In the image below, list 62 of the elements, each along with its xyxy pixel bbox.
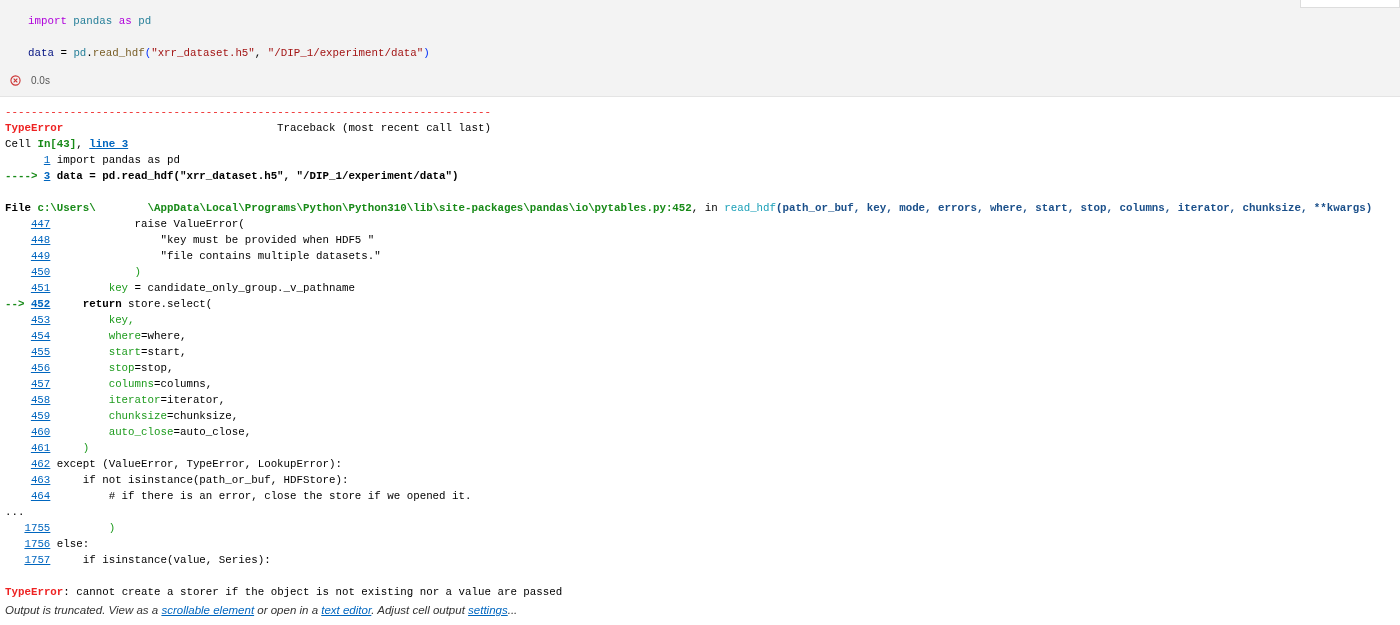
traceback-label: Traceback (most recent call last) bbox=[277, 121, 491, 136]
line-number-link[interactable]: 447 bbox=[30, 216, 51, 232]
notice-link[interactable]: settings bbox=[468, 604, 508, 616]
source-code-line: else: bbox=[56, 537, 90, 552]
line-number-link[interactable]: 464 bbox=[30, 488, 51, 504]
line-number-link[interactable]: 461 bbox=[30, 440, 51, 456]
source-code-line: stop=stop, bbox=[107, 361, 174, 376]
source-code-line: except (ValueError, TypeError, LookupError): bbox=[56, 457, 342, 472]
line-number-link[interactable]: 459 bbox=[30, 408, 51, 424]
source-code-line: where=where, bbox=[107, 329, 187, 344]
source-code-line: "key must be provided when HDF5 " bbox=[159, 233, 375, 248]
source-code-line: chunksize=chunksize, bbox=[107, 409, 239, 424]
line-number-link[interactable]: 463 bbox=[30, 472, 51, 488]
line-number-link[interactable]: 450 bbox=[30, 264, 51, 280]
line-number-link[interactable]: 3 bbox=[43, 168, 51, 184]
line-number-link[interactable]: 453 bbox=[30, 312, 51, 328]
line-number-link[interactable]: 460 bbox=[30, 424, 51, 440]
source-code-line: import pandas as pd bbox=[56, 153, 180, 168]
source-code-line: ) bbox=[133, 265, 142, 280]
source-code-line: ) bbox=[107, 521, 116, 536]
line-number-link[interactable]: 458 bbox=[30, 392, 51, 408]
error-name: TypeError bbox=[5, 121, 64, 136]
source-code-line: iterator=iterator, bbox=[107, 393, 226, 408]
separator-line: --------------------------------------------------------------------------- bbox=[5, 105, 491, 120]
traceback-text: File c:\Users\ \AppData\Local\Programs\Python\Python310\lib\site-packages\pandas\io\pytables.py:452, in read_hdf(path_or_buf, key, mode, errors, where, start, stop, columns, iterator, chunksize, **kwargs) bbox=[5, 201, 1373, 216]
code-cell[interactable]: import pandas as pd data = pd.read_hdf("xrr_dataset.h5", "/DIP_1/experiment/data") 0.0s bbox=[0, 0, 1400, 97]
traceback-text: TypeError: cannot create a storer if the object is not existing nor a value are passed bbox=[5, 585, 563, 600]
source-code-line: if isinstance(value, Series): bbox=[81, 553, 271, 568]
truncation-notice: Output is truncated. View as a scrollable element or open in a text editor. Adjust cell output settings... bbox=[5, 604, 518, 616]
source-code-line: key = candidate_only_group._v_pathname bbox=[107, 281, 355, 296]
code-line: import pandas as pd bbox=[28, 14, 152, 29]
line-number-link[interactable]: 456 bbox=[30, 360, 51, 376]
current-line-arrow: --> bbox=[4, 297, 25, 312]
line-number-link[interactable]: 451 bbox=[30, 280, 51, 296]
line-number-link[interactable]: 1 bbox=[43, 152, 51, 168]
source-code-line: data = pd.read_hdf("xrr_dataset.h5", "/DIP_1/experiment/data") bbox=[56, 169, 459, 184]
line-number-link[interactable]: 462 bbox=[30, 456, 51, 472]
line-number-link[interactable]: 1757 bbox=[24, 552, 51, 568]
source-code-line: # if there is an error, close the store if we opened it. bbox=[107, 489, 472, 504]
current-line-arrow: ----> bbox=[5, 169, 38, 184]
execution-time: 0.0s bbox=[31, 75, 50, 86]
line-number-link[interactable]: 457 bbox=[30, 376, 51, 392]
source-code-line: columns=columns, bbox=[107, 377, 213, 392]
traceback-text: ... bbox=[5, 505, 25, 520]
source-code-line: start=start, bbox=[107, 345, 187, 360]
line-number-link[interactable]: 455 bbox=[30, 344, 51, 360]
source-code-line: if not isinstance(path_or_buf, HDFStore): bbox=[81, 473, 349, 488]
traceback-text: Cell In[43], line 3 bbox=[5, 137, 129, 152]
source-code-line: raise ValueError( bbox=[133, 217, 245, 232]
line-number-link[interactable]: 448 bbox=[30, 232, 51, 248]
line-number-link[interactable]: 452 bbox=[30, 296, 51, 312]
line-number-link[interactable]: 454 bbox=[30, 328, 51, 344]
line-number-link[interactable]: 449 bbox=[30, 248, 51, 264]
source-code-line: auto_close=auto_close, bbox=[107, 425, 252, 440]
source-code-line: "file contains multiple datasets." bbox=[159, 249, 381, 264]
source-code-line: key, bbox=[107, 313, 135, 328]
line-number-link[interactable]: 1755 bbox=[24, 520, 51, 536]
source-code-line: return store.select( bbox=[81, 297, 213, 312]
line-number-link[interactable]: 1756 bbox=[24, 536, 51, 552]
code-line: data = pd.read_hdf("xrr_dataset.h5", "/DIP_1/experiment/data") bbox=[28, 46, 430, 61]
source-code-line: ) bbox=[81, 441, 90, 456]
notice-link[interactable]: scrollable element bbox=[161, 604, 255, 616]
